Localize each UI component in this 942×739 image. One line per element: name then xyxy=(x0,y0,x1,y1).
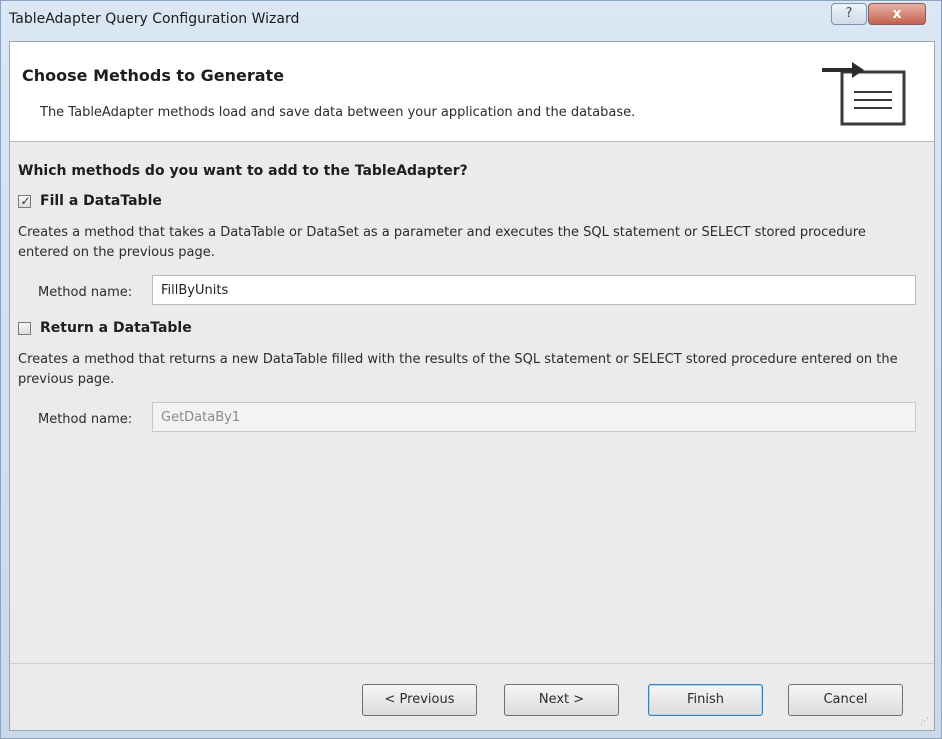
footer-divider xyxy=(10,663,934,664)
window-title: TableAdapter Query Configuration Wizard xyxy=(9,11,300,27)
title-bar[interactable]: TableAdapter Query Configuration Wizard … xyxy=(1,1,941,41)
fill-datatable-description: Creates a method that takes a DataTable … xyxy=(18,225,866,260)
return-datatable-option[interactable]: Return a DataTable xyxy=(18,318,192,338)
fill-datatable-label: Fill a DataTable xyxy=(40,193,162,209)
arrow-into-table-icon xyxy=(822,62,906,126)
resize-grip-icon[interactable]: ⋰ xyxy=(920,718,932,731)
return-method-name-input xyxy=(152,402,916,432)
return-datatable-checkbox[interactable] xyxy=(18,321,31,335)
close-button[interactable]: x xyxy=(868,3,926,25)
return-datatable-label: Return a DataTable xyxy=(40,320,192,336)
wizard-content: Choose Methods to Generate The TableAdap… xyxy=(9,41,935,731)
page-subtitle: The TableAdapter methods load and save d… xyxy=(40,105,636,120)
finish-button[interactable]: Finish xyxy=(648,684,763,716)
fill-method-name-input[interactable] xyxy=(152,275,916,305)
wizard-header: Choose Methods to Generate The TableAdap… xyxy=(10,42,934,142)
fill-datatable-checkbox[interactable]: ✓ xyxy=(18,193,31,208)
page-title: Choose Methods to Generate xyxy=(22,66,285,85)
next-button[interactable]: Next > xyxy=(504,684,619,716)
previous-button[interactable]: < Previous xyxy=(362,684,477,716)
cancel-button[interactable]: Cancel xyxy=(788,684,903,716)
return-datatable-description: Creates a method that returns a new Data… xyxy=(18,352,898,387)
return-method-name-label: Method name: xyxy=(38,412,133,427)
fill-method-name-label: Method name: xyxy=(38,285,133,300)
help-button[interactable]: ? xyxy=(831,3,867,25)
checkmark-icon: ✓ xyxy=(20,193,31,208)
fill-datatable-option[interactable]: ✓ Fill a DataTable xyxy=(18,191,162,211)
wizard-window: TableAdapter Query Configuration Wizard … xyxy=(0,0,942,739)
methods-question: Which methods do you want to add to the … xyxy=(18,163,468,179)
